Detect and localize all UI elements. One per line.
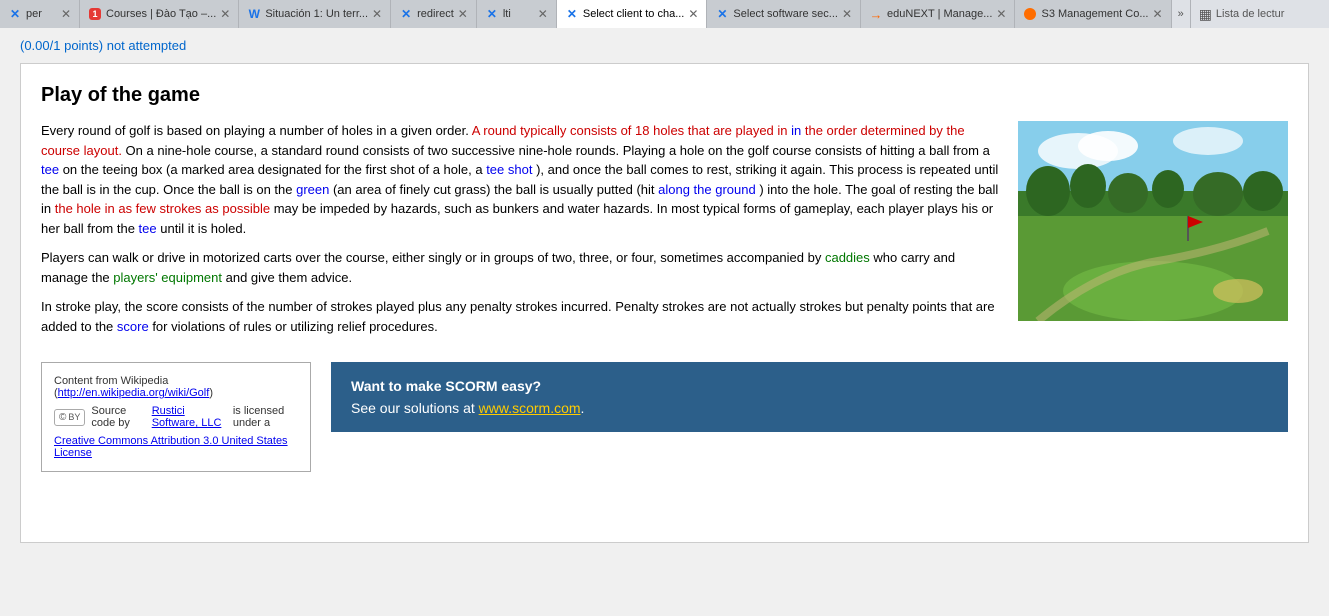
link-tee[interactable]: tee [41, 162, 59, 177]
license-text: Creative Commons Attribution 3.0 United … [54, 435, 298, 459]
tab-per[interactable]: ✕ per ✕ [0, 0, 80, 28]
page-area: (0.00/1 points) not attempted Play of th… [0, 28, 1329, 616]
tab-situacion-title: Situación 1: Un terr... [265, 8, 368, 20]
article-paragraph-1: Every round of golf is based on playing … [41, 121, 1002, 238]
link-green[interactable]: green [296, 182, 329, 197]
article-body: Every round of golf is based on playing … [41, 121, 1288, 346]
tab-redirect-close[interactable]: ✕ [458, 7, 468, 21]
tab-situacion[interactable]: W Situación 1: Un terr... ✕ [239, 0, 391, 28]
wikipedia-content-text: Content from Wikipedia (http://en.wikipe… [54, 375, 298, 399]
tab-edunext-favicon: → [869, 7, 883, 21]
tab-select-software-title: Select software sec... [733, 8, 838, 20]
source-text: Source code by [91, 405, 145, 429]
tab-edunext-title: eduNEXT | Manage... [887, 8, 992, 20]
golf-course-image [1018, 121, 1288, 321]
article-text: Every round of golf is based on playing … [41, 121, 1002, 346]
tab-situacion-favicon: W [247, 7, 261, 21]
tab-edunext-close[interactable]: ✕ [996, 7, 1006, 21]
tab-per-close[interactable]: ✕ [61, 7, 71, 21]
tab-courses-title: Courses | Đào Tạo –... [106, 8, 216, 20]
tab-redirect[interactable]: ✕ redirect ✕ [391, 0, 477, 28]
tab-edunext[interactable]: → eduNEXT | Manage... ✕ [861, 0, 1015, 28]
wikipedia-box: Content from Wikipedia (http://en.wikipe… [41, 362, 311, 472]
tab-select-client-favicon: ✕ [565, 7, 579, 21]
tab-select-software-favicon: ✕ [715, 7, 729, 21]
link-along[interactable]: along the ground [658, 182, 756, 197]
cc-icon: © BY [54, 409, 85, 426]
license-link[interactable]: Creative Commons Attribution 3.0 United … [54, 435, 288, 459]
tab-redirect-favicon: ✕ [399, 7, 413, 21]
scorm-line2: See our solutions at www.scorm.com. [351, 400, 1268, 416]
scorm-line2-suffix: . [581, 400, 585, 416]
cc-badge: © BY Source code by Rustici Software, LL… [54, 405, 298, 429]
tab-s3[interactable]: S3 Management Co... ✕ [1015, 0, 1171, 28]
scorm-line1: Want to make SCORM easy? [351, 378, 1268, 394]
score-line: (0.00/1 points) not attempted [0, 38, 1329, 63]
link-in[interactable]: in [791, 123, 801, 138]
link-tee2[interactable]: tee [139, 221, 157, 236]
tab-select-client[interactable]: ✕ Select client to cha... ✕ [557, 0, 708, 28]
tab-lti[interactable]: ✕ lti ✕ [477, 0, 557, 28]
tab-overflow-icon: » [1178, 8, 1184, 20]
link-caddies[interactable]: caddies [825, 250, 870, 265]
tab-s3-close[interactable]: ✕ [1153, 7, 1163, 21]
scorm-link[interactable]: www.scorm.com [479, 400, 581, 416]
tab-per-title: per [26, 8, 57, 20]
tab-s3-favicon [1023, 7, 1037, 21]
tab-lti-favicon: ✕ [485, 7, 499, 21]
tab-list-button[interactable]: ▦ Lista de lectur [1190, 0, 1293, 28]
tab-s3-title: S3 Management Co... [1041, 8, 1148, 20]
scorm-box: Want to make SCORM easy? See our solutio… [331, 362, 1288, 432]
content-card: Play of the game Every round of golf is … [20, 63, 1309, 543]
tab-lti-title: lti [503, 8, 534, 20]
tab-courses-favicon: 1 [88, 7, 102, 21]
scorm-line2-prefix: See our solutions at [351, 400, 479, 416]
tab-per-favicon: ✕ [8, 7, 22, 21]
article-paragraph-3: In stroke play, the score consists of th… [41, 297, 1002, 336]
article-paragraph-2: Players can walk or drive in motorized c… [41, 248, 1002, 287]
tab-situacion-close[interactable]: ✕ [372, 7, 382, 21]
link-tee-shot[interactable]: tee shot [486, 162, 532, 177]
tab-select-client-close[interactable]: ✕ [688, 7, 698, 21]
tab-courses[interactable]: 1 Courses | Đào Tạo –... ✕ [80, 0, 239, 28]
article-title: Play of the game [41, 84, 1288, 107]
tab-list-label: Lista de lectur [1216, 8, 1284, 20]
golf-image-svg [1018, 121, 1288, 321]
highlight-red-2: the hole in as few strokes as possible [55, 201, 270, 216]
tab-select-software[interactable]: ✕ Select software sec... ✕ [707, 0, 861, 28]
wikipedia-link[interactable]: http://en.wikipedia.org/wiki/Golf [58, 387, 210, 399]
link-score[interactable]: score [117, 319, 149, 334]
tab-courses-close[interactable]: ✕ [220, 7, 230, 21]
highlight-red-1: A round typically consists of 18 holes t… [41, 123, 965, 158]
tab-select-client-title: Select client to cha... [583, 8, 685, 20]
tab-overflow-button[interactable]: » [1172, 0, 1190, 28]
source-link[interactable]: Rustici Software, LLC [152, 405, 227, 429]
link-players-equipment[interactable]: players' equipment [113, 270, 222, 285]
tab-redirect-title: redirect [417, 8, 454, 20]
tab-lti-close[interactable]: ✕ [538, 7, 548, 21]
tab-bar: ✕ per ✕ 1 Courses | Đào Tạo –... ✕ W Sit… [0, 0, 1329, 28]
tab-list-icon: ▦ [1199, 6, 1212, 23]
tab-select-software-close[interactable]: ✕ [842, 7, 852, 21]
bottom-section: Content from Wikipedia (http://en.wikipe… [41, 362, 1288, 472]
